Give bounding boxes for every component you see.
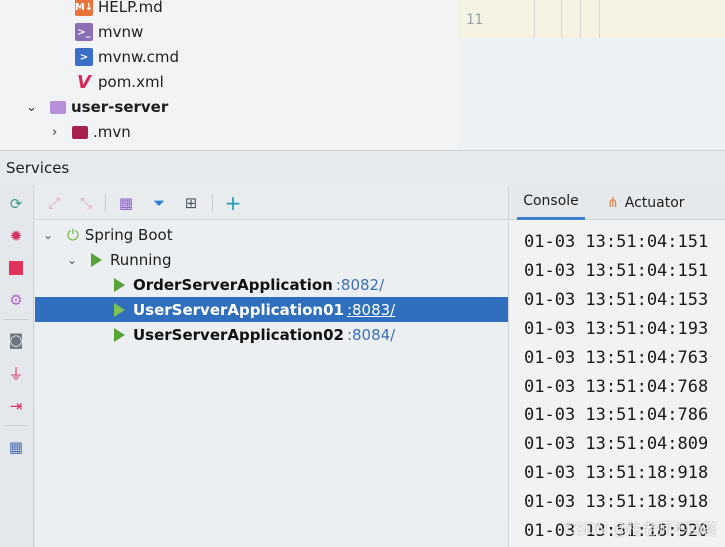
console-line: 01-03 13:51:18:918 (524, 492, 709, 513)
maven-pom-icon: V (77, 71, 91, 93)
new-tab-icon[interactable]: ⊞ (181, 193, 201, 213)
tree-item-help-md[interactable]: M↓ HELP.md (75, 0, 163, 19)
services-side-toolbar: ⟳ ✹ ⚙ ◙ ⏚ ⇥ ▦ (0, 185, 34, 547)
shell-script-icon: >_ (75, 23, 93, 41)
console-tabs: Console ⋔ Actuator (509, 185, 725, 220)
tree-node-spring-boot[interactable]: ⌄ ⏻ Spring Boot (35, 222, 514, 247)
markdown-file-icon: M↓ (75, 0, 93, 16)
chevron-down-icon[interactable]: ⌄ (26, 100, 46, 115)
console-line: 01-03 13:51:04:153 (524, 289, 709, 310)
watermark: CSDN @枯老师不回答 (564, 520, 717, 538)
run-icon (114, 277, 125, 292)
refresh-icon[interactable]: ⟳ (6, 194, 26, 214)
project-tree: M↓ HELP.md >_ mvnw > mvnw.cmd V pom.xml … (0, 0, 458, 150)
collapse-all-icon[interactable]: ⤡ (76, 193, 96, 213)
tab-actuator[interactable]: ⋔ Actuator (607, 185, 685, 220)
chevron-down-icon[interactable]: ⌄ (41, 228, 55, 242)
stop-icon[interactable] (6, 258, 26, 278)
exit-icon[interactable]: ⇥ (6, 396, 26, 416)
port-link[interactable]: :8082/ (336, 276, 384, 294)
tree-item-user-server[interactable]: ⌄ user-server (26, 95, 168, 119)
services-title: Services (6, 159, 70, 177)
console-line: 01-03 13:51:04:151 (524, 232, 709, 252)
port-link[interactable]: :8084/ (347, 326, 395, 344)
tree-node-running[interactable]: ⌄ Running (35, 247, 538, 272)
group-by-icon[interactable]: ▦ (116, 193, 136, 213)
filter-icon[interactable]: ⏷ (149, 193, 169, 213)
port-link[interactable]: :8083/ (347, 301, 395, 319)
powershell-script-icon: > (75, 48, 93, 66)
spring-boot-icon: ⏻ (67, 225, 79, 244)
plug-icon[interactable]: ⏚ (6, 363, 26, 383)
chevron-right-icon[interactable]: › (52, 125, 72, 140)
settings-icon[interactable]: ⚙ (6, 290, 26, 310)
line-number: 11 (466, 12, 483, 28)
services-header: Services (0, 150, 725, 185)
console-line: 01-03 13:51:04:151 (524, 260, 709, 281)
services-tree: ⌄ ⏻ Spring Boot ⌄ Running OrderServerApp… (35, 220, 587, 547)
console-panel: Console ⋔ Actuator 01-03 13:51:04:151 01-… (508, 185, 725, 547)
tree-node-app[interactable]: UserServerApplication02 :8084/ (35, 322, 587, 347)
run-icon (91, 252, 102, 267)
tree-node-app[interactable]: OrderServerApplication :8082/ (35, 272, 587, 297)
module-folder-icon (50, 100, 66, 114)
expand-all-icon[interactable]: ⤢ (44, 193, 64, 213)
tree-node-app-selected[interactable]: UserServerApplication01 :8083/ (35, 297, 587, 322)
console-line: 01-03 13:51:04:193 (524, 318, 709, 339)
console-line: 01-03 13:51:04:786 (524, 405, 709, 426)
layout-icon[interactable]: ▦ (6, 437, 26, 457)
run-icon (114, 302, 125, 317)
console-line: 01-03 13:51:04:763 (524, 347, 709, 368)
console-line: 01-03 13:51:04:809 (524, 434, 709, 455)
actuator-icon: ⋔ (607, 194, 619, 211)
tab-console[interactable]: Console (517, 185, 585, 220)
tree-item-mvnw[interactable]: >_ mvnw (75, 20, 143, 44)
tree-item-mvn[interactable]: › .mvn (52, 120, 131, 144)
debug-icon[interactable]: ✹ (6, 226, 26, 246)
tree-item-mvnw-cmd[interactable]: > mvnw.cmd (75, 45, 179, 69)
add-service-icon[interactable]: + (223, 191, 243, 215)
tree-item-pom-xml[interactable]: V pom.xml (75, 70, 164, 94)
console-line: 01-03 13:51:04:768 (524, 376, 709, 397)
services-toolbar: ⤢ ⤡ ▦ ⏷ ⊞ + (35, 185, 508, 220)
console-line: 01-03 13:51:18:918 (524, 463, 709, 484)
editor-area[interactable]: 11 (458, 0, 725, 150)
folder-icon (72, 125, 88, 139)
camera-icon[interactable]: ◙ (6, 330, 26, 350)
run-icon (114, 327, 125, 342)
chevron-down-icon[interactable]: ⌄ (65, 253, 79, 267)
